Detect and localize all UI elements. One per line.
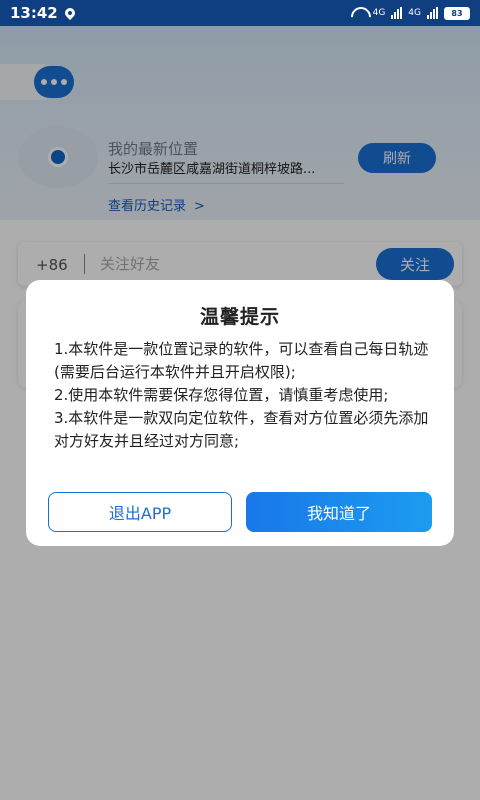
wifi-icon [351, 7, 367, 19]
dialog-body: 1.本软件是一款位置记录的软件，可以查看自己每日轨迹(需要后台运行本软件并且开启… [54, 338, 430, 453]
dialog-title: 温馨提示 [199, 306, 280, 328]
network-type-1: 4G [372, 8, 386, 18]
dialog-line-1: 1.本软件是一款位置记录的软件，可以查看自己每日轨迹(需要后台运行本软件并且开启… [54, 340, 429, 381]
acknowledge-button[interactable]: 我知道了 [246, 492, 432, 532]
network-type-2: 4G [408, 8, 421, 18]
exit-app-button[interactable]: 退出APP [48, 492, 232, 532]
battery-icon: 83 [444, 6, 470, 20]
battery-level: 83 [445, 7, 469, 19]
dialog-line-3: 3.本软件是一款双向定位软件，查看对方位置必须先添加对方好友并且经过对方同意; [54, 409, 429, 450]
status-bar: 13:42 4G 4G 83 [0, 0, 480, 26]
location-pin-icon [62, 5, 77, 21]
status-time: 13:42 [10, 4, 58, 22]
signal-icon [391, 7, 403, 19]
notice-dialog: 温馨提示 1.本软件是一款位置记录的软件，可以查看自己每日轨迹(需要后台运行本软… [26, 280, 454, 546]
signal-icon [427, 7, 438, 19]
status-icons: 4G 4G 83 [351, 6, 470, 20]
dialog-line-2: 2.使用本软件需要保存您得位置，请慎重考虑使用; [54, 386, 389, 404]
